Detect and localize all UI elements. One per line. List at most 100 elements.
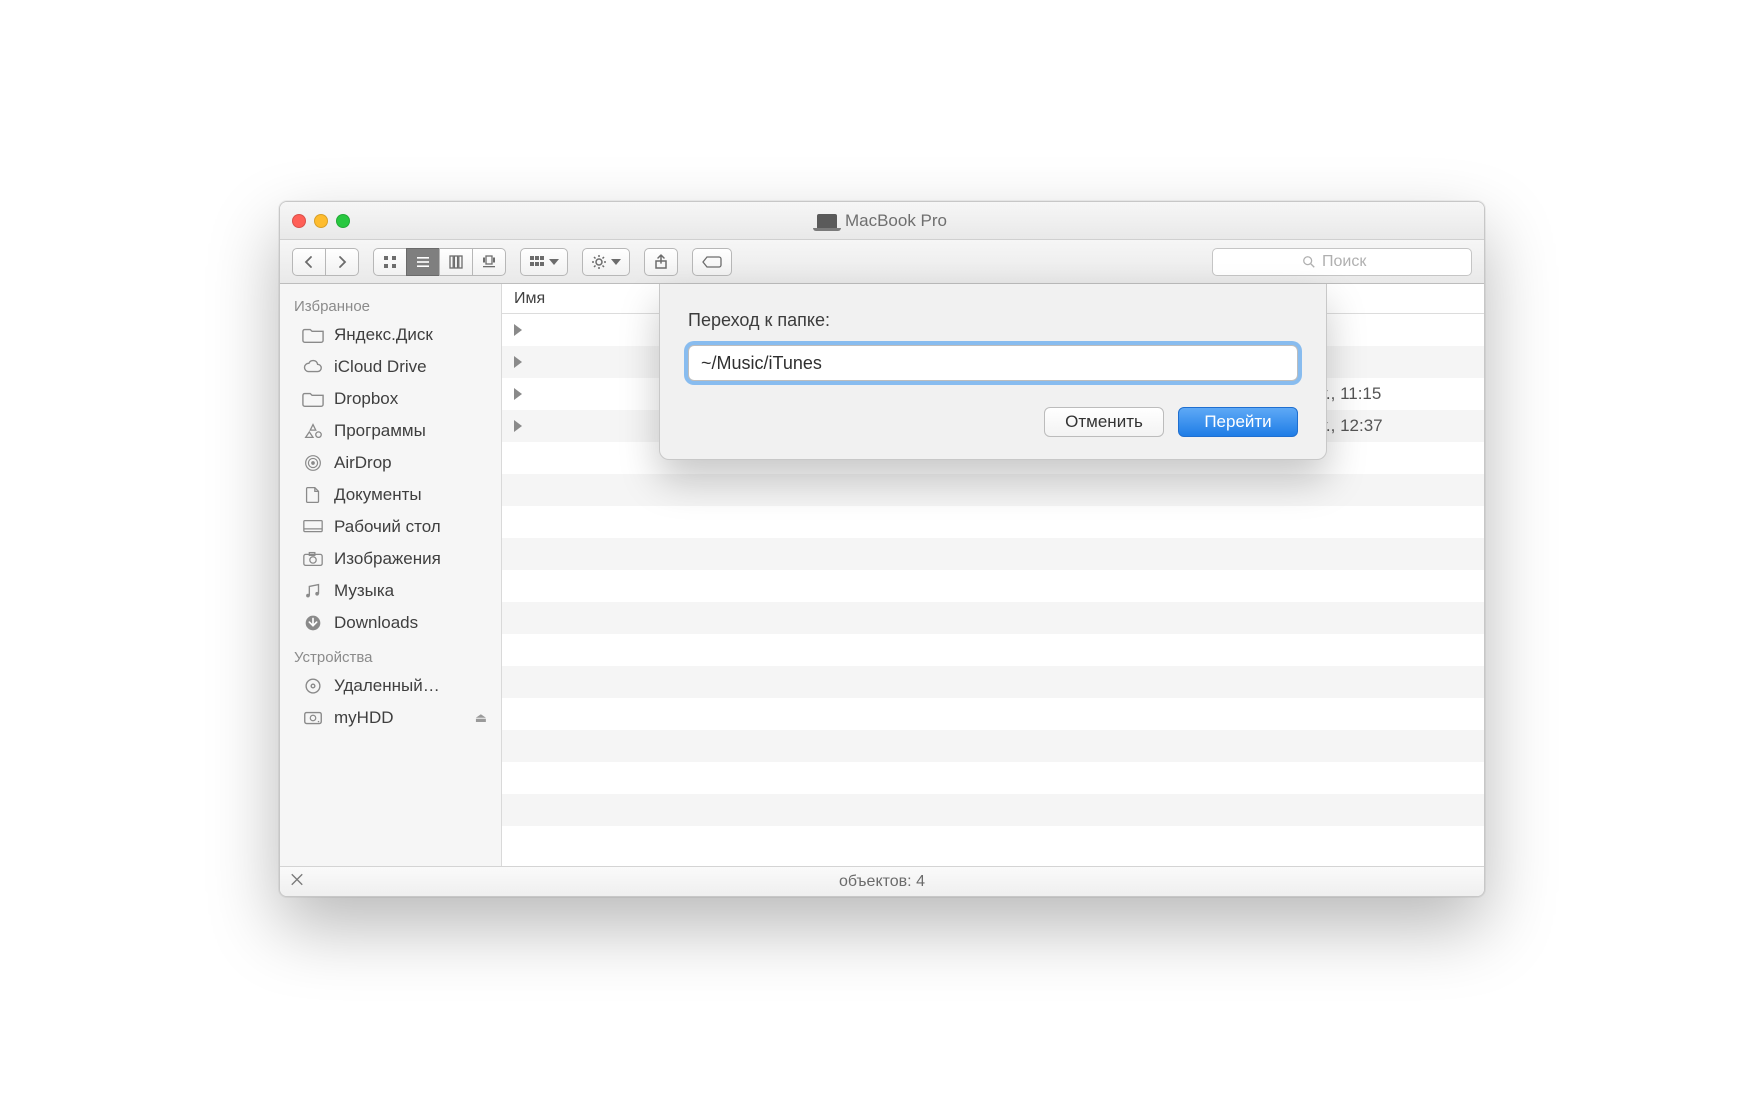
sidebar-item-dropbox[interactable]: Dropbox [280, 383, 501, 415]
empty-row [502, 634, 1484, 666]
disclosure-triangle-icon[interactable] [514, 420, 522, 432]
sidebar-item-icloud[interactable]: iCloud Drive [280, 351, 501, 383]
hdd-icon [302, 709, 324, 727]
traffic-lights [292, 214, 350, 228]
document-icon [302, 486, 324, 504]
main-panel: Имя та изменения февраля 2015 г., 11:15 [502, 284, 1484, 866]
sidebar-item-downloads[interactable]: Downloads [280, 607, 501, 639]
empty-row [502, 474, 1484, 506]
sidebar: Избранное Яндекс.Диск iCloud Drive Dropb… [280, 284, 502, 866]
chevron-left-icon [301, 254, 317, 270]
share-icon [653, 254, 669, 270]
chevron-down-icon [549, 259, 559, 265]
airdrop-icon [302, 454, 324, 472]
status-bar: объектов: 4 [280, 866, 1484, 896]
sidebar-item-music[interactable]: Музыка [280, 575, 501, 607]
sidebar-item-label: Документы [334, 485, 422, 505]
empty-row [502, 762, 1484, 794]
empty-row [502, 538, 1484, 570]
cancel-button[interactable]: Отменить [1044, 407, 1164, 437]
sidebar-header-devices: Устройства [280, 639, 501, 670]
tag-icon [701, 256, 723, 268]
zoom-button[interactable] [336, 214, 350, 228]
view-mode-buttons [373, 248, 506, 276]
music-icon [302, 582, 324, 600]
sidebar-item-label: myHDD [334, 708, 394, 728]
window-title: MacBook Pro [280, 211, 1484, 231]
list-view-button[interactable] [406, 248, 440, 276]
sidebar-item-airdrop[interactable]: AirDrop [280, 447, 501, 479]
grid-icon [382, 254, 398, 270]
status-text: объектов: 4 [280, 873, 1484, 891]
list-icon [415, 254, 431, 270]
sidebar-item-pictures[interactable]: Изображения [280, 543, 501, 575]
desktop-icon [302, 518, 324, 536]
columns-icon [448, 254, 464, 270]
sidebar-item-documents[interactable]: Документы [280, 479, 501, 511]
empty-row [502, 570, 1484, 602]
sidebar-item-label: Программы [334, 421, 426, 441]
sidebar-item-label: Рабочий стол [334, 517, 441, 537]
arrange-icon [529, 254, 545, 270]
back-button[interactable] [292, 248, 326, 276]
sidebar-item-yandex-disk[interactable]: Яндекс.Диск [280, 319, 501, 351]
chevron-down-icon [611, 259, 621, 265]
window-title-text: MacBook Pro [845, 211, 947, 231]
disclosure-triangle-icon[interactable] [514, 324, 522, 336]
downloads-icon [302, 614, 324, 632]
sidebar-item-label: Dropbox [334, 389, 398, 409]
go-button[interactable]: Перейти [1178, 407, 1298, 437]
empty-row [502, 794, 1484, 826]
titlebar: MacBook Pro [280, 202, 1484, 240]
action-button[interactable] [582, 248, 630, 276]
share-button[interactable] [644, 248, 678, 276]
cloud-icon [302, 358, 324, 376]
search-icon [1302, 255, 1316, 269]
sidebar-item-label: Downloads [334, 613, 418, 633]
body: Избранное Яндекс.Диск iCloud Drive Dropb… [280, 284, 1484, 866]
empty-row [502, 602, 1484, 634]
empty-row [502, 698, 1484, 730]
forward-button[interactable] [325, 248, 359, 276]
folder-path-input[interactable] [688, 345, 1298, 381]
folder-icon [302, 390, 324, 408]
empty-row [502, 730, 1484, 762]
laptop-icon [817, 214, 837, 228]
nav-buttons [292, 248, 359, 276]
empty-row [502, 826, 1484, 858]
eject-icon[interactable]: ⏏ [475, 710, 487, 726]
sidebar-item-applications[interactable]: Программы [280, 415, 501, 447]
icon-view-button[interactable] [373, 248, 407, 276]
sidebar-item-label: Изображения [334, 549, 441, 569]
toolbar [280, 240, 1484, 284]
empty-row [502, 506, 1484, 538]
minimize-button[interactable] [314, 214, 328, 228]
arrange-button[interactable] [520, 248, 568, 276]
coverflow-icon [481, 254, 497, 270]
sidebar-item-label: iCloud Drive [334, 357, 427, 377]
chevron-right-icon [334, 254, 350, 270]
path-bar-toggle-icon[interactable] [290, 872, 304, 891]
disclosure-triangle-icon[interactable] [514, 388, 522, 400]
sidebar-item-myhdd[interactable]: myHDD ⏏ [280, 702, 501, 734]
empty-row [502, 666, 1484, 698]
go-to-folder-dialog: Переход к папке: Отменить Перейти [659, 284, 1327, 460]
apps-icon [302, 422, 324, 440]
close-button[interactable] [292, 214, 306, 228]
coverflow-view-button[interactable] [472, 248, 506, 276]
sidebar-header-favorites: Избранное [280, 288, 501, 319]
sidebar-item-label: Удаленный… [334, 676, 440, 696]
search-field[interactable] [1212, 248, 1472, 276]
dialog-buttons: Отменить Перейти [688, 407, 1298, 437]
disc-icon [302, 677, 324, 695]
dialog-label: Переход к папке: [688, 310, 1298, 331]
camera-icon [302, 550, 324, 568]
disclosure-triangle-icon[interactable] [514, 356, 522, 368]
sidebar-item-remote-disc[interactable]: Удаленный… [280, 670, 501, 702]
tags-button[interactable] [692, 248, 732, 276]
folder-icon [302, 326, 324, 344]
sidebar-item-desktop[interactable]: Рабочий стол [280, 511, 501, 543]
sidebar-item-label: Музыка [334, 581, 394, 601]
column-view-button[interactable] [439, 248, 473, 276]
search-input[interactable] [1322, 253, 1382, 271]
